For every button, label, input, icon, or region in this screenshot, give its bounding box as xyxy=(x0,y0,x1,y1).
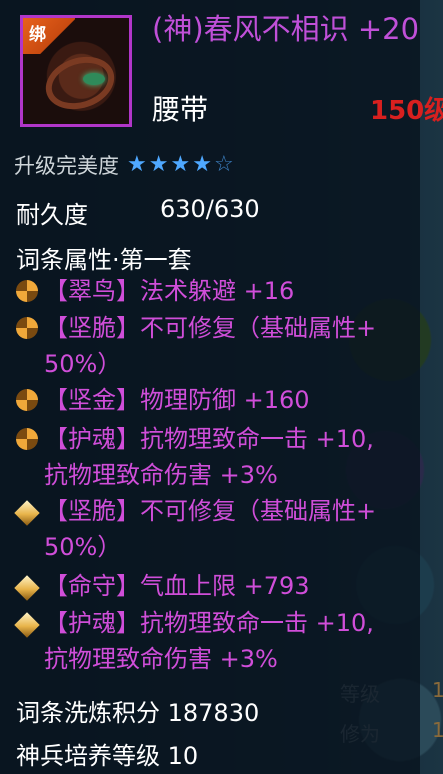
star-filled-icon: ★ xyxy=(170,152,191,177)
affix-text-continued: 抗物理致命伤害 +3% xyxy=(44,645,278,673)
affix-row: 【护魂】抗物理致命一击 +10, 抗物理致命伤害 +3% xyxy=(14,605,421,677)
item-slot: 腰带 xyxy=(152,93,209,126)
affix-text-continued: 50%） xyxy=(44,350,122,378)
level-requirement: 150级 xyxy=(370,96,443,126)
bg-level-value: 1 xyxy=(432,678,443,702)
affix-row: 【坚脆】不可修复（基础属性+ 50%） xyxy=(14,493,421,565)
affix-text: 【坚脆】不可修复（基础属性+ xyxy=(44,497,377,525)
affix-set-header: 词条属性·第一套 xyxy=(16,246,192,274)
bound-badge: 绑 xyxy=(23,18,75,54)
durability-row: 耐久度 630/630 xyxy=(16,195,260,230)
affix-row: 【坚脆】不可修复（基础属性+ 50%） xyxy=(16,310,421,382)
bg-cultivation-value: 1 xyxy=(432,718,443,742)
swirl-icon xyxy=(16,280,38,302)
swirl-icon xyxy=(16,389,38,411)
durability-label: 耐久度 xyxy=(16,201,88,229)
item-icon: 绑 xyxy=(20,15,132,127)
affix-text: 【翠鸟】法术躲避 +16 xyxy=(44,277,295,305)
durability-value: 630/630 xyxy=(160,195,260,223)
affix-text-continued: 抗物理致命伤害 +3% xyxy=(44,461,278,489)
belt-band-icon xyxy=(38,48,122,118)
refine-score: 词条洗炼积分 187830 xyxy=(16,699,260,727)
star-filled-icon: ★ xyxy=(148,152,169,177)
diamond-icon xyxy=(14,500,40,526)
affix-text: 【护魂】抗物理致命一击 +10, xyxy=(44,425,374,453)
diamond-icon xyxy=(14,575,40,601)
upgrade-perfection-row: 升级完美度 ★★★★☆ xyxy=(14,148,236,182)
swirl-icon xyxy=(16,428,38,450)
belt-gem-icon xyxy=(83,73,105,85)
affix-row: 【护魂】抗物理致命一击 +10, 抗物理致命伤害 +3% xyxy=(16,421,421,493)
swirl-icon xyxy=(16,317,38,339)
affix-row: 【翠鸟】法术躲避 +16 xyxy=(16,273,421,309)
diamond-icon xyxy=(14,612,40,638)
star-empty-icon: ☆ xyxy=(213,152,234,177)
divine-weapon-level: 神兵培养等级 10 xyxy=(16,742,199,770)
affix-text: 【命守】气血上限 +793 xyxy=(44,572,310,600)
upgrade-perfection-label: 升级完美度 xyxy=(14,154,119,178)
affix-text: 【坚金】物理防御 +160 xyxy=(44,386,310,414)
affix-text: 【坚脆】不可修复（基础属性+ xyxy=(44,314,377,342)
affix-row: 【命守】气血上限 +793 xyxy=(14,568,421,604)
star-filled-icon: ★ xyxy=(192,152,212,177)
affix-text: 【护魂】抗物理致命一击 +10, xyxy=(44,609,374,637)
bound-badge-label: 绑 xyxy=(29,25,46,45)
perfection-stars: ★★★★☆ xyxy=(127,154,236,176)
item-tooltip: 绑 (神)春风不相识 +20 腰带 150级 升级完美度 ★★★★☆ 耐久度 6… xyxy=(0,0,443,774)
star-filled-icon: ★ xyxy=(127,152,147,177)
affix-row: 【坚金】物理防御 +160 xyxy=(16,382,421,418)
affix-text-continued: 50%） xyxy=(44,533,122,561)
item-title: (神)春风不相识 +20 xyxy=(152,12,420,46)
